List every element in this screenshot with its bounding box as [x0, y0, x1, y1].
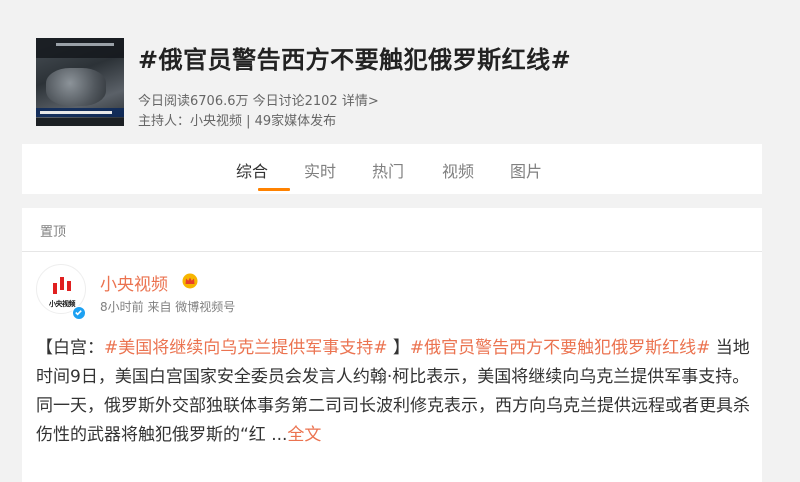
post-body: 【白宫：#美国将继续向乌克兰提供军事支持# 】#俄官员警告西方不要触犯俄罗斯红线… — [36, 334, 756, 450]
topic-cover-image[interactable] — [36, 38, 124, 126]
topic-stats-text: 今日阅读6706.6万 今日讨论2102 — [138, 94, 338, 109]
topic-header: #俄官员警告西方不要触犯俄罗斯红线# 今日阅读6706.6万 今日讨论2102 … — [0, 0, 800, 140]
topic-title: #俄官员警告西方不要触犯俄罗斯红线# — [138, 46, 572, 74]
topic-host: 主持人：小央视频 | 49家媒体发布 — [138, 114, 337, 129]
tab-video[interactable]: 视频 — [442, 158, 474, 182]
topic-link-red-line[interactable]: #俄官员警告西方不要触犯俄罗斯红线# — [410, 338, 711, 358]
crown-badge-icon — [182, 273, 198, 289]
post-text-open: 【白宫： — [36, 338, 104, 358]
verified-badge-icon — [72, 306, 86, 320]
post-meta: 8小时前 来自 微博视频号 — [100, 300, 236, 314]
cctv-video-logo-icon — [53, 277, 71, 294]
tab-comprehensive[interactable]: 综合 — [236, 158, 268, 182]
detail-link[interactable]: 详情> — [342, 94, 379, 109]
topic-stats: 今日阅读6706.6万 今日讨论2102 详情> — [138, 90, 379, 109]
expand-full-text-link[interactable]: 全文 — [287, 425, 321, 445]
author-name[interactable]: 小央视频 — [100, 270, 168, 295]
pinned-label: 置顶 — [40, 225, 67, 240]
topic-link-military-support[interactable]: #美国将继续向乌克兰提供军事支持# — [104, 338, 388, 358]
post-card: 小央视频 小央视频 8小时前 来自 微博视频号 【白宫：#美国将继续向乌克兰提供… — [22, 252, 762, 482]
post-text-bracket: 】 — [387, 338, 410, 358]
pinned-section-header: 置顶 — [22, 208, 762, 252]
tab-realtime[interactable]: 实时 — [304, 158, 336, 182]
active-tab-indicator — [258, 188, 290, 191]
tab-images[interactable]: 图片 — [510, 158, 542, 182]
tab-hot[interactable]: 热门 — [372, 158, 404, 182]
tabs-bar: 综合 实时 热门 视频 图片 — [22, 144, 762, 194]
